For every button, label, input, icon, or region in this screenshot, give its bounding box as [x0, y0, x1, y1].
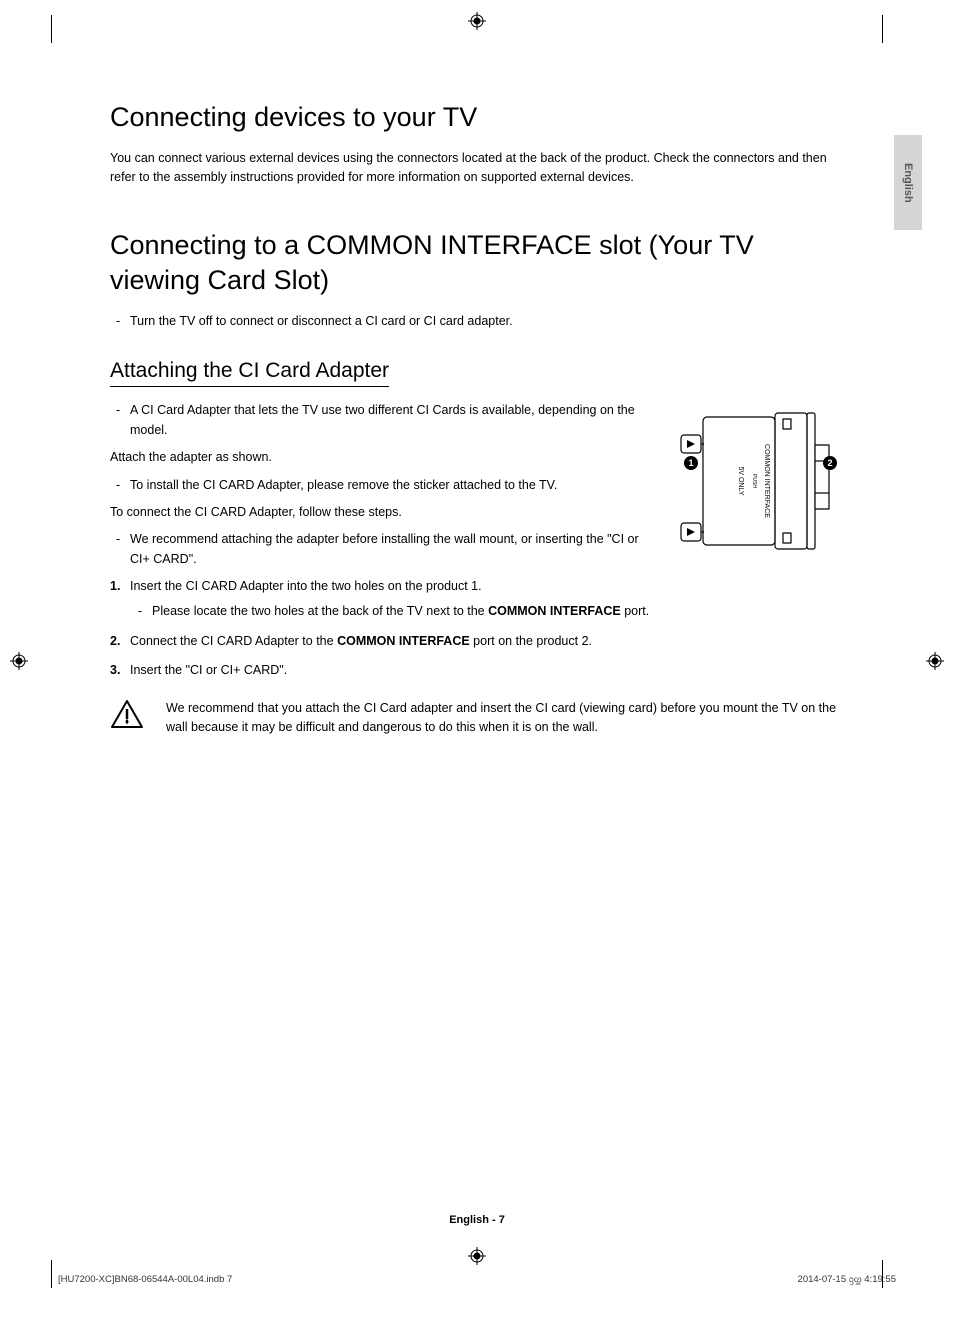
diagram-marker-1: 1 — [688, 458, 693, 468]
warning-triangle-icon — [110, 699, 144, 729]
adapter-diagram: 5V ONLY COMMON INTERFACE PUSH 1 2 — [665, 401, 840, 577]
numbered-steps: Insert the CI CARD Adapter into the two … — [110, 577, 840, 681]
subheading-attaching-adapter: Attaching the CI Card Adapter — [110, 359, 389, 387]
language-label: English — [902, 163, 914, 203]
page-content: Connecting devices to your TV You can co… — [110, 100, 840, 737]
step-1-text: Insert the CI CARD Adapter into the two … — [130, 579, 482, 593]
diagram-label-common: COMMON INTERFACE — [763, 444, 770, 518]
diagram-label-5v: 5V ONLY — [737, 467, 744, 496]
step-1-sub: Please locate the two holes at the back … — [130, 602, 840, 621]
page-footer-filename: [HU7200-XC]BN68-06544A-00L04.indb 7 — [58, 1274, 232, 1285]
heading-connecting-devices: Connecting devices to your TV — [110, 100, 840, 135]
recommend-before-wallmount: We recommend attaching the adapter befor… — [110, 530, 647, 569]
step-3: Insert the "CI or CI+ CARD". — [110, 661, 840, 680]
connect-steps-intro: To connect the CI CARD Adapter, follow t… — [110, 503, 647, 522]
adapter-availability-note: A CI Card Adapter that lets the TV use t… — [110, 401, 647, 440]
language-tab: English — [894, 135, 922, 230]
registration-mark-icon — [10, 652, 28, 670]
remove-sticker-note: To install the CI CARD Adapter, please r… — [110, 476, 647, 495]
step-2: Connect the CI CARD Adapter to the COMMO… — [110, 632, 840, 651]
warning-callout: We recommend that you attach the CI Card… — [110, 699, 840, 738]
registration-mark-icon — [468, 1247, 486, 1265]
step-1: Insert the CI CARD Adapter into the two … — [110, 577, 840, 622]
crop-mark — [40, 15, 52, 43]
intro-paragraph: You can connect various external devices… — [110, 149, 840, 188]
heading-common-interface: Connecting to a COMMON INTERFACE slot (Y… — [110, 228, 840, 298]
diagram-marker-2: 2 — [827, 458, 832, 468]
turn-off-note: Turn the TV off to connect or disconnect… — [110, 312, 840, 331]
instruction-text-column: A CI Card Adapter that lets the TV use t… — [110, 401, 647, 577]
registration-mark-icon — [468, 12, 486, 30]
crop-mark — [882, 15, 894, 43]
diagram-label-push: PUSH — [751, 474, 757, 488]
attach-line: Attach the adapter as shown. — [110, 448, 647, 467]
ci-adapter-diagram-icon: 5V ONLY COMMON INTERFACE PUSH 1 2 — [665, 405, 840, 555]
crop-mark — [40, 1260, 52, 1288]
page-footer-timestamp: 2014-07-15 ᦋᦄ 4:19:55 — [798, 1274, 896, 1285]
registration-mark-icon — [926, 652, 944, 670]
warning-text: We recommend that you attach the CI Card… — [166, 699, 840, 738]
page-footer-center: English - 7 — [449, 1214, 505, 1226]
